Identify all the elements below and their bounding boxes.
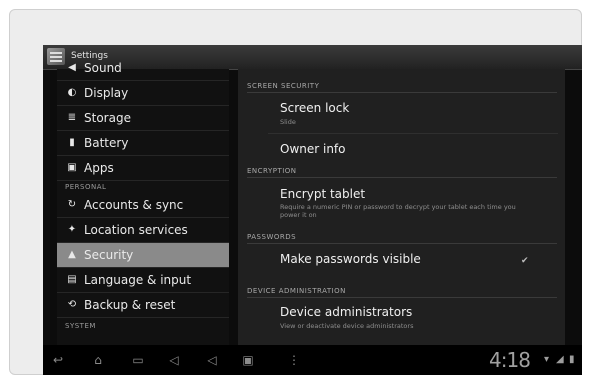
sidebar-item-display[interactable]: ◐ Display [57,81,229,106]
sidebar-item-accounts-sync[interactable]: ↻ Accounts & sync [57,193,229,218]
sidebar-item-language[interactable]: ▤ Language & input [57,268,229,293]
clock-hour: 4: [489,348,507,372]
clock-minutes: 18 [506,348,530,372]
wifi-icon: ▾ [544,354,550,365]
screenshot-icon[interactable]: ▣ [239,353,257,367]
divider [268,133,558,134]
signal-icon: ◢ [556,354,564,365]
reset-icon: ⟲ [67,299,77,310]
device-administrators-title[interactable]: Device administrators [280,305,412,319]
menu-icon[interactable]: ⋮ [285,353,303,367]
system-nav-bar: ↩ ⌂ ▭ ◁ ◁ ▣ ⋮ 4:18 ▾ ◢ ▮ [43,345,582,375]
storage-icon: ≣ [67,112,77,123]
volume-up-icon[interactable]: ◁ [203,353,221,367]
sidebar-item-security[interactable]: ▲ Security [57,243,229,268]
device-administrators-summary: View or deactivate device administrators [280,322,414,330]
sidebar-item-battery[interactable]: ▮ Battery [57,131,229,156]
sidebar-item-storage[interactable]: ≣ Storage [57,106,229,131]
settings-categories: ◀ Sound ◐ Display ≣ Storage ▮ Battery ▣ … [57,61,229,345]
section-header-personal: PERSONAL [65,183,107,191]
sidebar-item-label: Display [84,86,129,100]
section-header-device-admin: DEVICE ADMINISTRATION [247,287,557,298]
encrypt-tablet-summary: Require a numeric PIN or password to dec… [280,203,516,219]
sidebar-item-location[interactable]: ✦ Location services [57,218,229,243]
tablet-screen: Settings ◀ Sound ◐ Display ≣ Storage ▮ B… [43,45,582,375]
brightness-icon: ◐ [67,87,77,98]
checkbox-checked-icon[interactable]: ✔ [521,256,531,266]
home-icon[interactable]: ⌂ [89,353,107,367]
sync-icon: ↻ [67,199,77,210]
sidebar-item-label: Apps [84,161,114,175]
section-header-encryption: ENCRYPTION [247,167,557,178]
battery-icon: ▮ [69,137,75,148]
recent-apps-icon[interactable]: ▭ [129,353,147,367]
sidebar-item-label: Security [84,248,134,262]
encrypt-tablet-title[interactable]: Encrypt tablet [280,187,365,201]
sidebar-item-label: Location services [84,223,188,237]
sidebar-item-label: Language & input [84,273,192,287]
sidebar-item-label: Sound [84,61,122,75]
screenshot-frame: Settings ◀ Sound ◐ Display ≣ Storage ▮ B… [9,9,582,375]
sidebar-item-label: Storage [84,111,131,125]
battery-icon: ▮ [569,354,575,365]
clock: 4:18 [489,348,531,372]
sidebar-item-label: Accounts & sync [84,198,184,212]
volume-down-icon[interactable]: ◁ [165,353,183,367]
section-header-screen-security: SCREEN SECURITY [247,82,557,93]
screen-lock-title[interactable]: Screen lock [280,101,349,115]
sidebar-item-label: Backup & reset [84,298,176,312]
sidebar-item-apps[interactable]: ▣ Apps [57,156,229,181]
make-passwords-visible-title[interactable]: Make passwords visible [280,252,421,266]
sidebar-item-label: Battery [84,136,129,150]
section-header-passwords: PASSWORDS [247,233,557,244]
lock-icon: ▲ [68,249,76,260]
sidebar-item-backup-reset[interactable]: ⟲ Backup & reset [57,293,229,318]
owner-info-title[interactable]: Owner info [280,142,346,156]
location-icon: ✦ [67,224,77,235]
security-settings-panel: SCREEN SECURITY Screen lock Slide Owner … [238,69,565,345]
keyboard-icon: ▤ [67,274,77,285]
section-header-system: SYSTEM [65,322,96,330]
screen-lock-summary: Slide [280,118,296,126]
sidebar-item-sound[interactable]: ◀ Sound [57,56,229,81]
back-icon[interactable]: ↩ [49,353,67,367]
speaker-icon: ◀ [68,62,76,73]
apps-icon: ▣ [67,162,77,173]
